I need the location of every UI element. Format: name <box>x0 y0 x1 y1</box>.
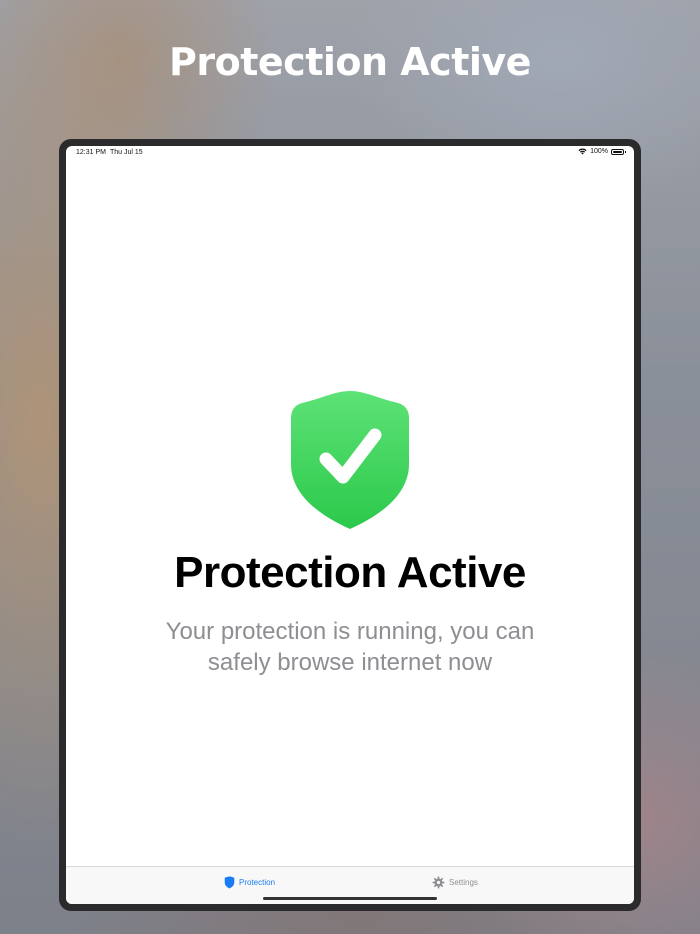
battery-percent: 100% <box>590 148 608 155</box>
home-indicator[interactable] <box>263 897 437 900</box>
app-screen: 12:31 PM Thu Jul 15 100% Protection Acti… <box>66 146 634 904</box>
battery-level <box>613 150 622 153</box>
shield-icon <box>224 876 235 889</box>
tab-bar: Protection Settings <box>66 866 634 904</box>
status-subtitle: Your protection is running, you can safe… <box>165 618 535 676</box>
status-title: Protection Active <box>174 548 526 597</box>
tab-settings[interactable]: Settings <box>432 876 478 889</box>
wifi-icon <box>578 148 587 155</box>
gear-icon <box>432 876 445 889</box>
status-date: Thu Jul 15 <box>110 149 143 156</box>
protection-status-panel: Protection Active Your protection is run… <box>66 389 634 678</box>
tab-protection-label: Protection <box>239 878 276 887</box>
tablet-frame: 12:31 PM Thu Jul 15 100% Protection Acti… <box>59 139 641 911</box>
battery-icon <box>611 148 626 155</box>
promo-headline: Protection Active <box>169 40 531 84</box>
tab-settings-label: Settings <box>449 878 478 887</box>
shield-checkmark-icon <box>291 391 409 529</box>
status-bar: 12:31 PM Thu Jul 15 100% <box>66 146 634 160</box>
status-time: 12:31 PM <box>76 149 106 156</box>
tab-protection[interactable]: Protection <box>224 876 275 889</box>
status-indicators: 100% <box>578 148 626 155</box>
